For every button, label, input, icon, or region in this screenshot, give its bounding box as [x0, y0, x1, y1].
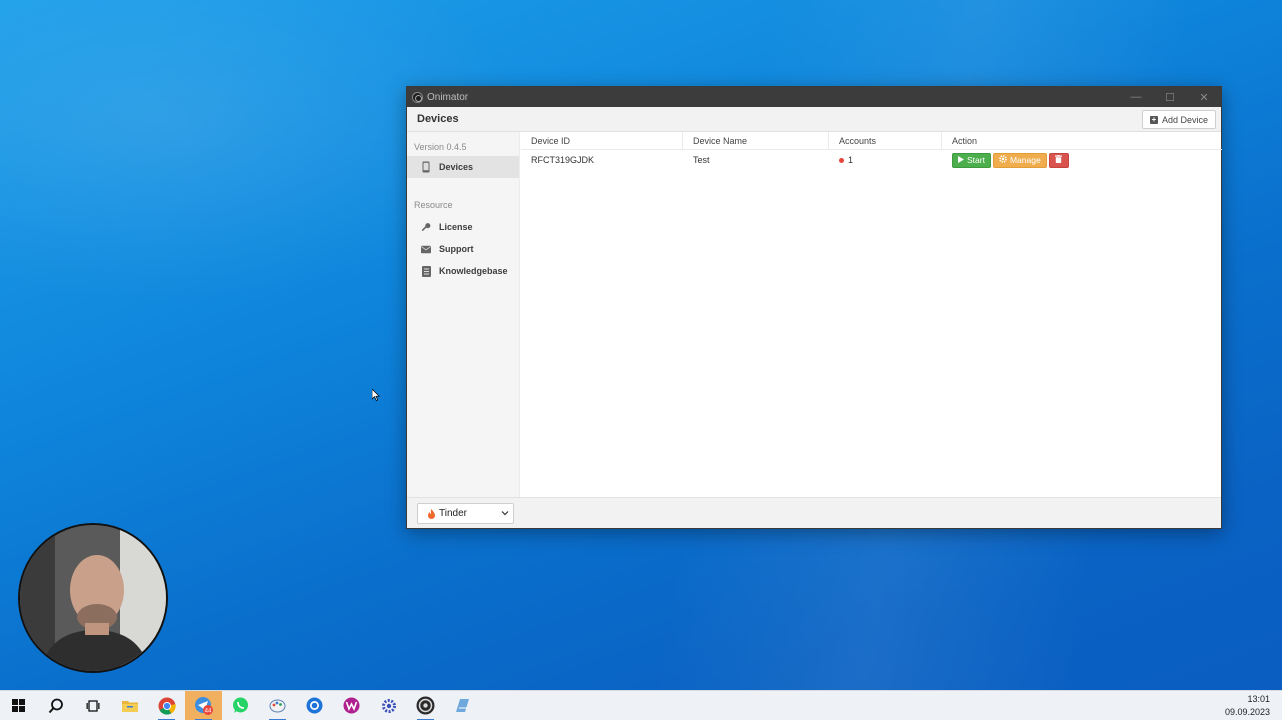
taskbar-paint[interactable] [259, 691, 296, 720]
taskbar-app-w[interactable] [333, 691, 370, 720]
app-badge-icon: 44 [194, 696, 213, 715]
window-footer: Tinder [407, 497, 1221, 528]
accounts-count: 1 [848, 155, 854, 165]
envelope-icon [421, 245, 431, 254]
tinder-flame-icon [428, 508, 435, 519]
taskbar-badge-count: 44 [204, 708, 211, 714]
close-button[interactable]: ✕ [1187, 87, 1221, 107]
whatsapp-icon [233, 697, 248, 713]
windows-start-icon [12, 699, 25, 712]
taskbar-whatsapp[interactable] [222, 691, 259, 720]
mobile-phone-icon [421, 161, 431, 173]
accounts-cell: 1 [829, 155, 942, 165]
window-title: Onimator [427, 91, 469, 103]
table-header: Device ID Device Name Accounts Action [521, 131, 1222, 150]
taskbar: 44 13:01 09.09.2023 [0, 690, 1282, 720]
column-header-accounts[interactable]: Accounts [829, 131, 942, 150]
device-name-cell: Test [693, 155, 710, 165]
column-header-device-name[interactable]: Device Name [683, 131, 829, 150]
chrome-icon [158, 697, 176, 715]
resource-section-label: Resource [414, 200, 453, 210]
minimize-button[interactable]: — [1119, 87, 1153, 107]
trash-icon [1055, 155, 1063, 165]
platform-select-value: Tinder [439, 508, 467, 519]
taskbar-app-window[interactable] [444, 691, 481, 720]
mouse-cursor-icon [372, 389, 380, 401]
column-header-device-id[interactable]: Device ID [521, 131, 683, 150]
search-icon [48, 698, 63, 713]
add-device-label: Add Device [1161, 114, 1208, 125]
window-titlebar[interactable]: Onimator — ☐ ✕ [407, 87, 1221, 107]
sidebar-item-license[interactable]: License [407, 216, 519, 238]
sidebar-item-label: License [439, 222, 473, 232]
taskbar-settings[interactable] [370, 691, 407, 720]
page-header: Devices + Add Device [407, 107, 1221, 132]
play-icon [958, 155, 964, 165]
maximize-button[interactable]: ☐ [1153, 87, 1187, 107]
app-w-icon [343, 697, 360, 714]
devices-table: Device ID Device Name Accounts Action RF… [521, 131, 1222, 498]
device-id-cell: RFCT319GJDK [531, 155, 595, 165]
tinder-flame-icon [839, 157, 844, 163]
sidebar-item-label: Devices [439, 162, 474, 172]
chevron-down-icon [501, 509, 509, 519]
webcam-overlay [18, 523, 168, 673]
sidebar-item-knowledgebase[interactable]: Knowledgebase [407, 260, 519, 282]
file-explorer-icon [121, 701, 138, 712]
platform-select[interactable]: Tinder [417, 503, 514, 524]
onimator-window: Onimator — ☐ ✕ Devices + Add Device Vers… [406, 86, 1222, 529]
clock-date: 09.09.2023 [1224, 707, 1270, 717]
task-view-button[interactable] [74, 691, 111, 720]
presenter-image [20, 525, 166, 671]
start-button[interactable]: Start [952, 152, 991, 168]
taskbar-browser[interactable] [296, 691, 333, 720]
taskbar-chrome[interactable] [148, 691, 185, 720]
clock-time: 13:01 [1247, 694, 1270, 704]
page-title: Devices [417, 113, 459, 125]
version-label: Version 0.4.5 [414, 142, 467, 152]
search-button[interactable] [37, 691, 74, 720]
sidebar-item-label: Support [439, 244, 474, 254]
delete-button[interactable] [1048, 152, 1069, 168]
actions-cell: Start Manage [942, 152, 1222, 168]
paint-icon [269, 699, 286, 713]
book-icon [421, 265, 431, 277]
sidebar-item-devices[interactable]: Devices [407, 156, 519, 178]
window-controls: — ☐ ✕ [1119, 87, 1221, 107]
sidebar-item-support[interactable]: Support [407, 238, 519, 260]
windows-start-button[interactable] [0, 691, 37, 720]
browser-icon [306, 697, 323, 714]
settings-icon [381, 698, 396, 713]
manage-label: Manage [1009, 155, 1041, 165]
start-label: Start [967, 155, 985, 165]
onimator-icon [416, 696, 435, 715]
table-row: RFCT319GJDK Test 1 Start Manage [521, 150, 1222, 170]
sidebar-item-label: Knowledgebase [439, 266, 508, 276]
taskbar-clock[interactable]: 13:01 09.09.2023 [1225, 693, 1270, 719]
plus-icon: + [1149, 114, 1158, 124]
key-icon [421, 222, 431, 233]
manage-button[interactable]: Manage [992, 152, 1047, 168]
column-header-action: Action [952, 135, 978, 146]
onimator-app-icon [412, 91, 423, 103]
taskbar-app-badge[interactable]: 44 [185, 690, 222, 720]
gear-icon [999, 155, 1007, 165]
taskbar-file-explorer[interactable] [111, 691, 148, 720]
task-view-icon [86, 699, 99, 712]
add-device-button[interactable]: + Add Device [1141, 110, 1216, 129]
taskbar-onimator[interactable] [407, 691, 444, 720]
sidebar: Version 0.4.5 Devices Resource License S… [407, 132, 520, 498]
app-window-icon [456, 699, 469, 712]
